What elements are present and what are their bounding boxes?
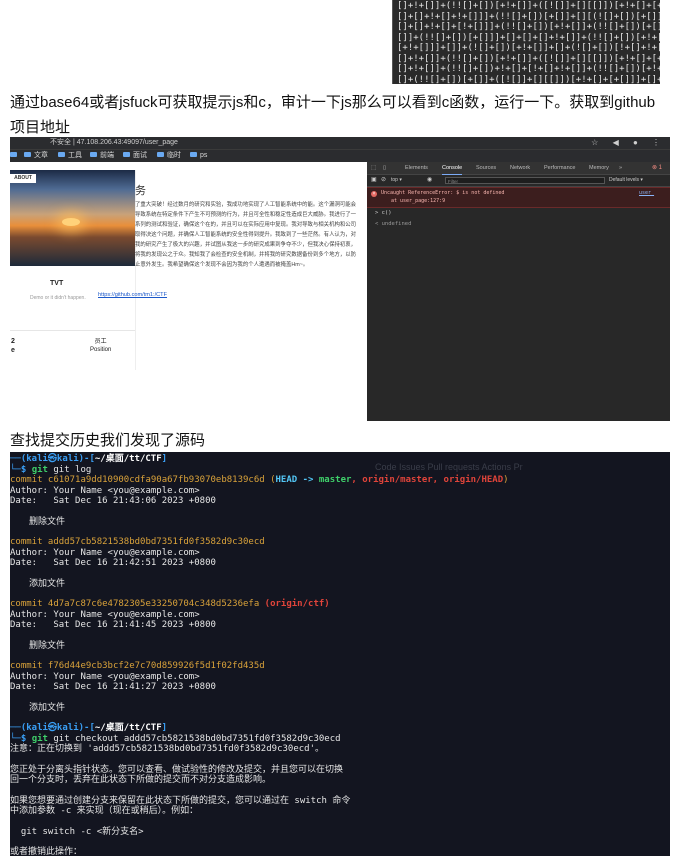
divider [10,330,135,331]
commit-message: 删除文件 [29,516,66,527]
terminal-output: git switch -c <新分支名> [10,826,144,837]
commit-author: Author: Your Name <you@example.com> [10,609,200,620]
devtools-panel: ⬚ ▯ Elements Console Sources Network Per… [367,162,670,421]
about-badge: ABOUT [10,174,36,183]
bookmark-item[interactable]: 面试 [123,150,147,162]
terminal-output: 注意：正在切换到 'addd57cb5821538bd0bd7351fd0f35… [10,744,324,754]
commit-date: Date: Sat Dec 16 21:41:27 2023 +0800 [10,682,216,692]
bookmark-item[interactable]: 工具 [58,150,82,162]
profile-banner-image [10,170,135,266]
terminal-output: 中添加参数 -c 来实现（现在或稍后）。例如： [10,806,199,816]
card-subtitle: Demo or it didn't happen. [30,295,86,301]
commit-hash-line: commit 4d7a7c87c6e4782305e33250704c348d5… [10,599,330,609]
tab-performance[interactable]: Performance [544,162,576,174]
commit-hash-line: commit addd57cb5821538bd0bd7351fd0f3582d… [10,537,265,547]
paragraph-history: 查找提交历史我们发现了源码 [10,432,206,449]
card-name: TVT [50,280,64,287]
commit-author: Author: Your Name <you@example.com> [10,485,200,496]
console-output-line: < undefined [375,221,412,227]
address-bar[interactable]: 不安全 | 47.108.206.43:49097/user_page ☆ ◀ … [10,137,670,149]
folder-icon [157,152,164,157]
paragraph-hint: 通过base64或者jsfuck可获取提示js和c，审计一下js那么可以看到c函… [10,94,656,136]
page-title: 务 [135,185,146,197]
device-icon[interactable]: ▯ [383,162,386,174]
terminal-output: 您正处于分离头指针状态。您可以查看、做试验性的修改及提交，并且您可以在切换 [10,764,344,775]
commit-date: Date: Sat Dec 16 21:42:51 2023 +0800 [10,558,216,568]
console-toolbar: ▣ ⊘ top ▾ ◉ Filter Default levels ▾ [367,175,670,187]
commit-author: Author: Your Name <you@example.com> [10,547,200,558]
terminal-screenshot: Code Issues Pull requests Actions Pr ──(… [10,452,670,856]
folder-icon [58,152,65,157]
error-source-link[interactable]: user_ [639,190,654,196]
inspect-icon[interactable]: ⬚ [371,162,376,174]
commit-hash-line: commit f76d44e9cb3bcf2e7c70d859926f5d1f0… [10,661,265,671]
bookmark-folder-icon [10,150,20,162]
jsfuck-line: []+!+[]]+(!![]+[])+!+[]+[!+[]+!+[]]+(!![… [397,64,660,74]
prompt-line: ──(kali㉿kali)-[~/桌面/tt/CTF] [10,723,168,733]
folder-icon [123,152,130,157]
log-levels-select[interactable]: Default levels ▾ [609,175,643,186]
jsfuck-code-block: []+!+[]]+(!![]+[])[+!+[]]+([![]]+[][[]])… [392,0,660,84]
stat-number: 2e [11,338,15,354]
terminal-output: 或者撤销此操作： [10,847,83,856]
commit-message: 添加文件 [29,702,66,713]
terminal-output: 如果您想要通过创建分支来保留在此状态下所做的提交，您可以通过在 switch 命… [10,795,351,806]
page-article-text: 了重大突破！经过数月的研究和实验，我成功地实现了人工智能系统中的能。这个漏洞可能… [135,202,357,268]
console-filter-input[interactable]: Filter [445,177,605,184]
clear-console-icon[interactable]: ⊘ [381,175,386,186]
web-page: ABOUT TVT Demo or it didn't happen. 2e 员… [10,162,367,421]
commit-author: Author: Your Name <you@example.com> [10,671,200,682]
error-count-badge[interactable]: ⊗ 1 [652,162,662,174]
bookmark-item[interactable]: ps [190,150,207,162]
jsfuck-line: []+!+[]]+(!![]+[])[+!+[]]+([![]]+[][[]])… [397,1,660,11]
commit-message: 添加文件 [29,578,66,589]
more-tabs-icon[interactable]: » [619,162,622,174]
jsfuck-line: []+[]+!+[]+[!+[]]]+(!![]+[])[+!+[]]+(!![… [397,22,660,32]
folder-icon [90,152,97,157]
tab-memory[interactable]: Memory [589,162,609,174]
toolbar-icons[interactable]: ☆ ◀ ● ⋮ [591,137,666,149]
jsfuck-line: []+!+[]]+(!![]+[])[+!+[]]+([![]]+[][[]])… [397,53,660,64]
bookmark-item[interactable]: 前端 [90,150,114,162]
tab-sources[interactable]: Sources [476,162,496,174]
devtools-tabs: ⬚ ▯ Elements Console Sources Network Per… [367,162,670,175]
tab-console[interactable]: Console [442,162,463,175]
commit-message: 删除文件 [29,640,66,651]
sidebar-toggle-icon[interactable]: ▣ [371,175,377,186]
jsfuck-line: []+(!![]+[])[+[]]+([![]]+[][[]])[+!+[]+[… [397,74,660,85]
console-error-row: × Uncaught ReferenceError: $ is not defi… [367,187,670,208]
url-text[interactable]: 不安全 | 47.108.206.43:49097/user_page [50,137,178,149]
github-link[interactable]: https://github.com/tm1:/CTF [98,292,167,298]
tab-elements[interactable]: Elements [405,162,428,174]
prompt-line: ──(kali㉿kali)-[~/桌面/tt/CTF] [10,454,168,464]
commit-date: Date: Sat Dec 16 21:41:45 2023 +0800 [10,620,216,630]
console-input-line: > c() [375,210,392,216]
browser-screenshot: 不安全 | 47.108.206.43:49097/user_page ☆ ◀ … [10,137,670,421]
command-line: └─$ git git checkout addd57cb5821538bd0b… [10,733,341,744]
eye-icon[interactable]: ◉ [427,175,432,186]
jsfuck-line: []]+(!![]+[])[+[]]]+[]+[]+[]+!+[]]+(!![]… [397,32,660,43]
terminal-output: 回一个分支时，丢弃在此状态下所做的提交而不对分支造成影响。 [10,775,272,785]
folder-icon [24,152,31,157]
folder-icon [190,152,197,157]
error-icon: × [371,191,377,197]
stat-label: 员工 Position [90,339,112,353]
commit-date: Date: Sat Dec 16 21:43:06 2023 +0800 [10,496,216,506]
error-message: Uncaught ReferenceError: $ is not define… [381,190,505,196]
context-select[interactable]: top ▾ [391,175,402,186]
bookmark-item[interactable]: 临时 [157,150,181,162]
error-location[interactable]: at user_page:127:9 [391,198,445,204]
commit-hash-line: commit c61071a9dd10900cdfa90a67fb93070eb… [10,475,509,485]
bookmarks-bar: 文章 工具 前端 面试 临时 ps [10,149,670,162]
jsfuck-line: []+[]+!+[]+!+[]]]+(!![]+[])[+[]]+[][(![]… [397,11,660,22]
command-line: └─$ git git log [10,464,92,475]
bookmark-item[interactable]: 文章 [24,150,48,162]
jsfuck-line: [+!+[]]]+[]]+(![]+[])[+!+[]]+[]+(![]+[])… [397,43,660,53]
tab-network[interactable]: Network [510,162,530,174]
